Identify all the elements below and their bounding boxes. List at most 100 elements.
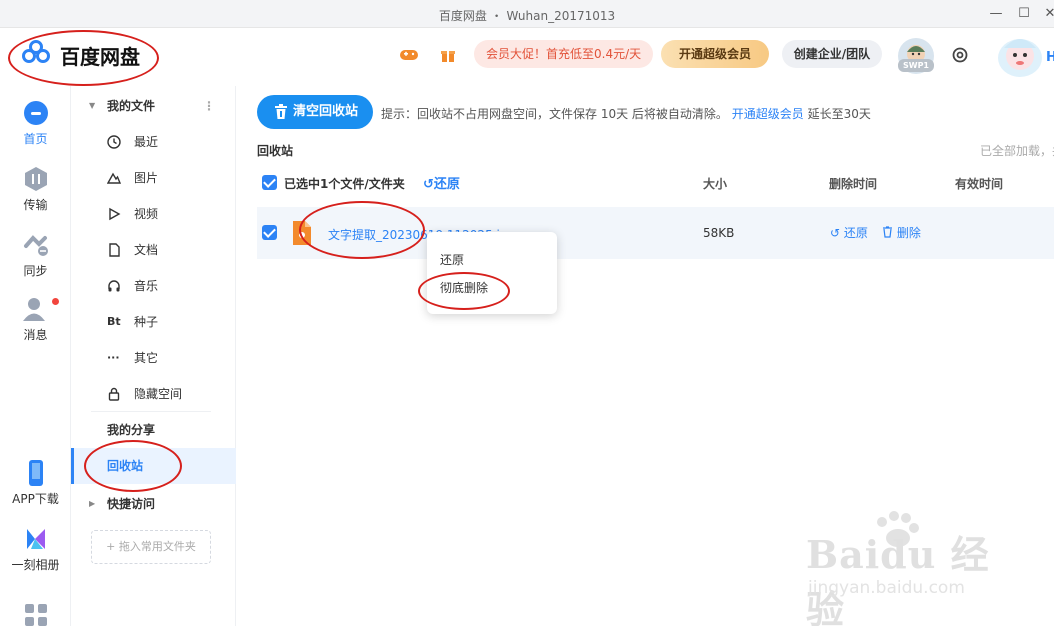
album-icon bbox=[26, 529, 45, 549]
my-files-header[interactable]: ▼ 我的文件 ⋮ bbox=[71, 93, 236, 119]
sidebar-item-torrents[interactable]: Bt 种子 bbox=[71, 308, 236, 336]
image-file-icon bbox=[293, 221, 311, 245]
create-team-button[interactable]: 创建企业/团队 bbox=[782, 40, 882, 68]
document-icon bbox=[109, 243, 120, 257]
watermark-main: Baidu 经验 bbox=[806, 532, 990, 626]
clock-icon bbox=[107, 135, 121, 149]
rail-item-transfer[interactable]: 传输 bbox=[0, 166, 71, 213]
ellipsis-icon: ··· bbox=[107, 351, 120, 364]
left-rail: 首页 传输 同步 消息 APP下载 一刻相册 bbox=[0, 86, 71, 626]
column-size[interactable]: 大小 bbox=[703, 175, 727, 192]
row-checkbox[interactable] bbox=[262, 225, 277, 240]
column-deleted-time[interactable]: 删除时间 bbox=[829, 175, 877, 192]
undo-icon: ↺ bbox=[830, 226, 841, 240]
table-row[interactable]: 文字提取_20230619 112025.jpg 58KB ↺ 还原 删除 bbox=[257, 207, 1054, 259]
rail-item-sync[interactable]: 同步 bbox=[0, 232, 71, 279]
logo: 百度网盘 bbox=[20, 40, 140, 70]
tip-suffix: 延长至30天 bbox=[803, 107, 871, 121]
row-restore-label: 还原 bbox=[843, 226, 868, 240]
row-restore-button[interactable]: ↺ 还原 bbox=[830, 224, 868, 241]
apps-grid-icon bbox=[24, 604, 47, 626]
sidebar-item-music[interactable]: 音乐 bbox=[71, 272, 236, 300]
sidebar-item-images[interactable]: 图片 bbox=[71, 164, 236, 192]
sync-icon bbox=[23, 235, 48, 256]
quick-access-label: 快捷访问 bbox=[107, 497, 156, 511]
game-controller-icon[interactable] bbox=[398, 44, 420, 66]
trash-icon bbox=[275, 104, 287, 119]
caret-right-icon: ▶ bbox=[89, 499, 96, 508]
sidebar-divider bbox=[91, 411, 211, 412]
transfer-icon bbox=[24, 167, 47, 191]
tip-text: 提示：回收站不占用网盘空间，文件保存 10天 后将被自动清除。 bbox=[381, 107, 728, 121]
select-all-checkbox[interactable] bbox=[262, 175, 277, 190]
vip-badge: SWP1 bbox=[898, 59, 934, 72]
breadcrumb: 回收站 bbox=[257, 144, 294, 158]
lock-icon bbox=[108, 387, 120, 401]
gift-icon[interactable] bbox=[437, 44, 459, 66]
sidebar-label-documents: 文档 bbox=[134, 243, 159, 257]
rail-label-sync: 同步 bbox=[23, 264, 48, 278]
file-size: 58KB bbox=[703, 226, 735, 240]
restore-selected-button[interactable]: ↺还原 bbox=[423, 173, 460, 192]
phone-icon bbox=[28, 460, 43, 486]
my-share-label: 我的分享 bbox=[107, 423, 156, 437]
column-valid-time[interactable]: 有效时间 bbox=[955, 175, 1003, 192]
recycle-bin-label: 回收站 bbox=[107, 459, 144, 473]
settings-icon[interactable] bbox=[950, 45, 970, 65]
sidebar-label-videos: 视频 bbox=[134, 207, 159, 221]
sidebar-label-images: 图片 bbox=[134, 171, 159, 185]
rail-item-more-apps[interactable] bbox=[0, 602, 71, 626]
baidu-jingyan-watermark: Baidu 经验 jingyan.baidu.com bbox=[806, 510, 1006, 626]
trash-icon bbox=[883, 226, 892, 238]
rail-item-moment-album[interactable]: 一刻相册 bbox=[0, 526, 71, 573]
rail-item-messages[interactable]: 消息 bbox=[0, 296, 71, 343]
loaded-status: 已全部加载，共 bbox=[980, 144, 1054, 158]
baidu-pan-logo-icon bbox=[20, 40, 54, 70]
rail-label-messages: 消息 bbox=[23, 328, 48, 342]
clear-recycle-bin-label: 清空回收站 bbox=[293, 104, 359, 119]
minimize-button[interactable]: — bbox=[986, 4, 1006, 24]
user-message-icon bbox=[22, 298, 45, 321]
context-item-delete-permanently[interactable]: 彻底删除 bbox=[440, 279, 488, 296]
close-button[interactable]: ✕ bbox=[1040, 4, 1054, 24]
headphones-icon bbox=[108, 280, 120, 292]
sidebar-item-videos[interactable]: 视频 bbox=[71, 200, 236, 228]
sidebar-item-hidden-space[interactable]: 隐藏空间 bbox=[71, 380, 236, 408]
sidebar: ▼ 我的文件 ⋮ 最近 图片 视频 文档 音乐 Bt 种子 ··· 其它 隐藏空… bbox=[71, 86, 236, 626]
undo-icon: ↺ bbox=[423, 177, 434, 192]
rail-label-home: 首页 bbox=[23, 132, 48, 146]
bt-icon: Bt bbox=[107, 315, 121, 328]
caret-down-icon: ▼ bbox=[89, 101, 96, 110]
watermark-sub: jingyan.baidu.com bbox=[808, 578, 965, 598]
logo-text: 百度网盘 bbox=[60, 44, 140, 69]
more-vertical-icon[interactable]: ⋮ bbox=[203, 93, 215, 119]
drop-folder-area[interactable]: + 拖入常用文件夹 bbox=[91, 530, 211, 564]
sidebar-item-recycle-bin[interactable]: 回收站 bbox=[71, 448, 236, 484]
quick-access-header[interactable]: ▶ 快捷访问 bbox=[71, 491, 236, 517]
cloud-icon bbox=[23, 101, 48, 125]
clear-recycle-bin-button[interactable]: 清空回收站 bbox=[257, 95, 373, 129]
window-title: 百度网盘 ・ Wuhan_20171013 bbox=[438, 9, 616, 23]
promo-banner[interactable]: 会员大促！首充低至0.4元/天 bbox=[474, 40, 654, 68]
recycle-tip: 提示：回收站不占用网盘空间，文件保存 10天 后将被自动清除。 开通超级会员 延… bbox=[381, 105, 871, 122]
mascot-icon[interactable] bbox=[994, 32, 1054, 80]
tip-vip-link[interactable]: 开通超级会员 bbox=[732, 107, 804, 121]
sidebar-item-documents[interactable]: 文档 bbox=[71, 236, 236, 264]
title-bar: 百度网盘 ・ Wuhan_20171013 — ☐ ✕ bbox=[0, 0, 1054, 28]
context-menu: 还原 彻底删除 bbox=[427, 232, 557, 314]
sidebar-item-other[interactable]: ··· 其它 bbox=[71, 344, 236, 372]
rail-label-transfer: 传输 bbox=[23, 198, 48, 212]
row-delete-button[interactable]: 删除 bbox=[882, 224, 921, 241]
maximize-button[interactable]: ☐ bbox=[1014, 4, 1034, 24]
row-delete-label: 删除 bbox=[896, 226, 921, 240]
sidebar-item-recent[interactable]: 最近 bbox=[71, 128, 236, 156]
sidebar-label-hidden-space: 隐藏空间 bbox=[134, 387, 183, 401]
sidebar-item-my-share[interactable]: 我的分享 bbox=[71, 417, 236, 443]
sidebar-label-music: 音乐 bbox=[134, 279, 159, 293]
context-item-restore[interactable]: 还原 bbox=[440, 251, 464, 268]
top-header: 百度网盘 会员大促！首充低至0.4元/天 开通超级会员 创建企业/团队 SWP1… bbox=[0, 28, 1054, 86]
super-vip-button[interactable]: 开通超级会员 bbox=[661, 40, 769, 68]
mountain-icon bbox=[107, 172, 121, 184]
rail-item-home[interactable]: 首页 bbox=[0, 100, 71, 147]
rail-item-app-download[interactable]: APP下载 bbox=[0, 460, 71, 507]
